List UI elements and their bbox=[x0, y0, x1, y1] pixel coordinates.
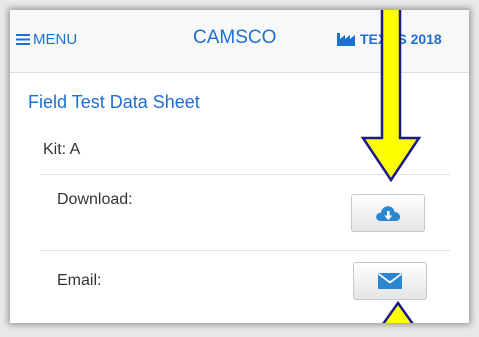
hamburger-icon bbox=[16, 34, 30, 45]
envelope-icon bbox=[378, 273, 402, 289]
arrow-up-icon bbox=[382, 301, 414, 323]
arrow-down-icon bbox=[360, 10, 422, 183]
menu-label: MENU bbox=[33, 31, 78, 48]
app-panel: MENU CAMSCO TEXAS 2018 Field Test Data S… bbox=[10, 10, 469, 323]
menu-button[interactable]: MENU bbox=[16, 31, 77, 48]
brand-title[interactable]: CAMSCO bbox=[193, 27, 276, 49]
download-button[interactable] bbox=[351, 194, 425, 232]
page-title: Field Test Data Sheet bbox=[28, 92, 200, 112]
email-label: Email: bbox=[57, 272, 102, 289]
email-button[interactable] bbox=[353, 262, 427, 300]
cloud-download-icon bbox=[376, 206, 400, 221]
divider bbox=[40, 250, 450, 251]
factory-icon bbox=[337, 33, 355, 46]
download-label: Download: bbox=[57, 191, 133, 208]
screenshot-frame: MENU CAMSCO TEXAS 2018 Field Test Data S… bbox=[0, 0, 479, 337]
kit-label: Kit: A bbox=[43, 141, 81, 158]
